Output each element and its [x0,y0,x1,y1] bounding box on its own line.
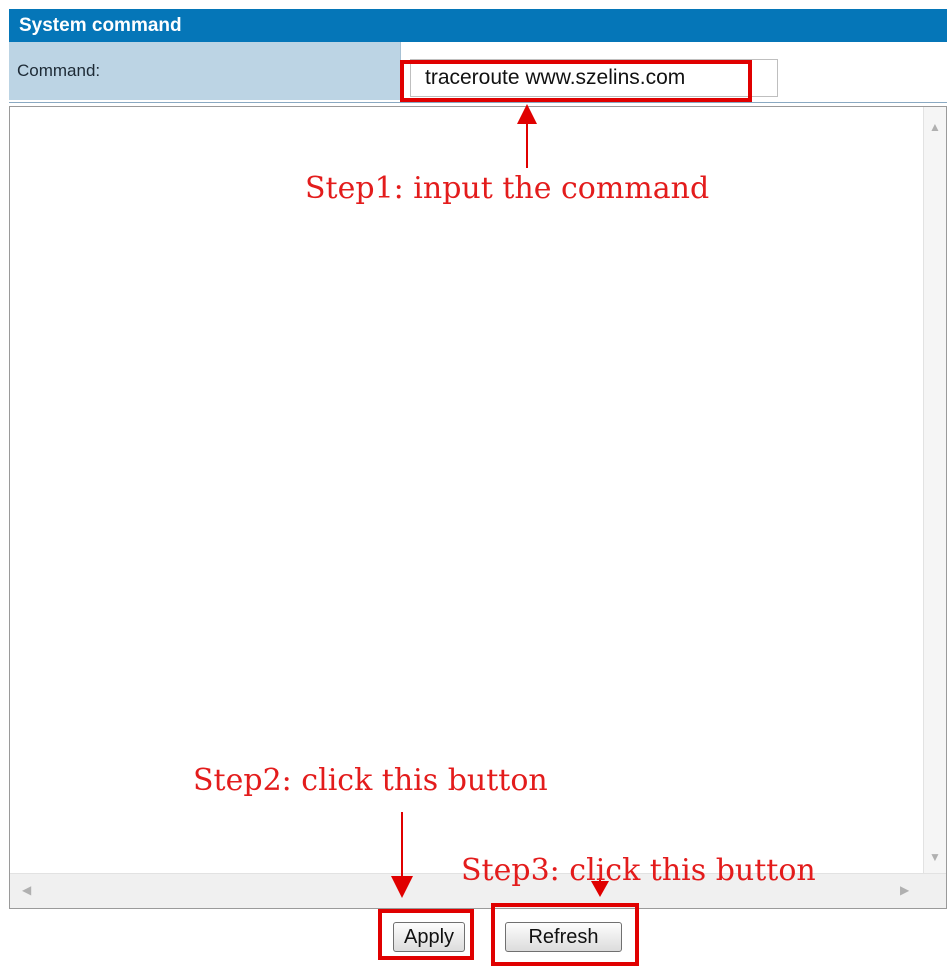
scroll-right-icon[interactable]: ▶ [900,884,909,896]
step2-annotation: Step2: click this button [193,763,548,798]
apply-button-highlight [378,909,474,960]
vertical-scrollbar[interactable]: ▲ ▼ [923,107,946,873]
command-input-highlight [400,60,752,102]
scroll-down-icon[interactable]: ▼ [929,851,941,863]
refresh-button-highlight [491,903,639,966]
scroll-left-icon[interactable]: ◀ [22,884,31,896]
command-label: Command: [9,42,401,100]
step1-annotation: Step1: input the command [305,171,710,206]
panel-title: System command [19,14,182,36]
panel-header: System command [9,9,947,42]
scroll-up-icon[interactable]: ▲ [929,121,941,133]
step3-annotation: Step3: click this button [461,853,816,888]
